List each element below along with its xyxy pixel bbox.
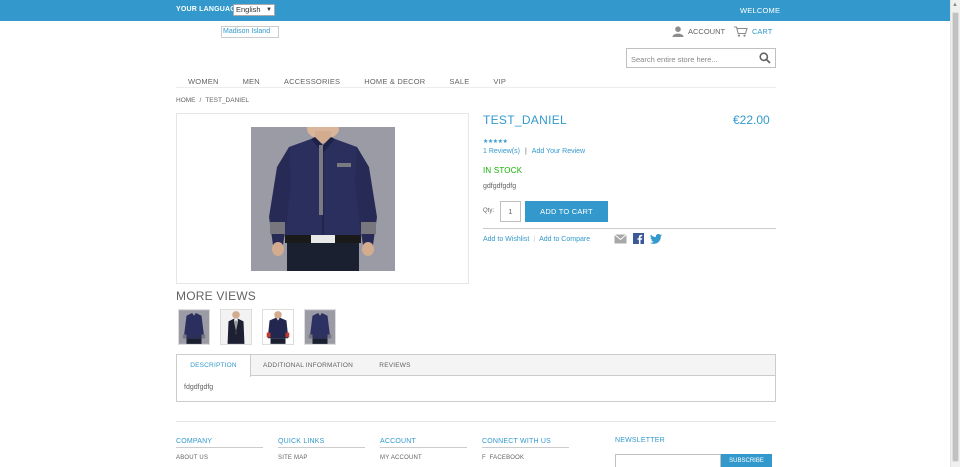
product-info-divider (483, 228, 776, 229)
newsletter-email-input[interactable] (615, 454, 721, 467)
user-icon (672, 26, 684, 37)
breadcrumb-separator: / (199, 97, 202, 104)
thumbnail-3[interactable] (262, 309, 294, 345)
add-to-compare-link[interactable]: Add to Compare (539, 236, 590, 243)
reviews-count-link[interactable]: 1 Review(s) (483, 148, 520, 155)
footer-link-site-map[interactable]: SITE MAP (278, 455, 365, 461)
product-name: TEST_DANIEL (483, 113, 567, 127)
links-separator: | (533, 236, 536, 243)
footer-heading: QUICK LINKS (278, 438, 365, 448)
review-links: 1 Review(s) | Add Your Review (483, 148, 585, 155)
top-bar: YOUR LANGUAGE: English ▼ WELCOME (0, 0, 950, 21)
share-links (614, 233, 662, 244)
tab-description[interactable]: DESCRIPTION (177, 355, 251, 377)
qty-input[interactable]: 1 (500, 201, 521, 222)
footer-column-account: ACCOUNT MY ACCOUNT (380, 438, 467, 461)
tab-additional-information[interactable]: ADDITIONAL INFORMATION (251, 355, 365, 376)
facebook-small-icon: f (482, 455, 490, 461)
twitter-icon[interactable] (650, 233, 662, 244)
product-image-box (176, 113, 469, 284)
tab-content: fdgdfgdfg (184, 384, 214, 391)
scrollbar-thumb[interactable] (952, 12, 959, 462)
product-tabs: DESCRIPTION ADDITIONAL INFORMATION REVIE… (176, 354, 776, 402)
tab-reviews[interactable]: REVIEWS (365, 355, 425, 376)
footer-column-company: COMPANY ABOUT US (176, 438, 263, 461)
product-price: €22.00 (733, 113, 770, 127)
thumbnail-4[interactable] (304, 309, 336, 345)
email-icon[interactable] (614, 233, 627, 244)
facebook-icon[interactable] (633, 233, 644, 244)
scroll-up-icon[interactable]: ▲ (952, 2, 958, 8)
more-views-thumbnails (178, 309, 336, 345)
thumbnail-2[interactable] (220, 309, 252, 345)
breadcrumb-home[interactable]: HOME (176, 97, 196, 104)
footer-link-about-us[interactable]: ABOUT US (176, 455, 263, 461)
footer-link-my-account[interactable]: MY ACCOUNT (380, 455, 467, 461)
search-box (626, 48, 776, 69)
footer-heading: COMPANY (176, 438, 263, 448)
rating-stars: ★★★★★ (483, 139, 508, 145)
subscribe-button[interactable]: SUBSCRIBE (721, 454, 772, 467)
add-to-cart-button[interactable]: ADD TO CART (525, 201, 608, 222)
breadcrumb: HOME / TEST_DANIEL (176, 97, 249, 104)
breadcrumb-current: TEST_DANIEL (205, 97, 250, 104)
footer-link-facebook[interactable]: f FACEBOOK (482, 455, 569, 461)
product-secondary-links: Add to Wishlist | Add to Compare (483, 236, 590, 243)
newsletter-heading: NEWSLETTER (615, 437, 665, 444)
search-input[interactable] (627, 50, 755, 69)
dropdown-arrow-icon: ▼ (266, 7, 272, 13)
cart-link[interactable]: CART (734, 26, 772, 37)
footer-divider (176, 421, 776, 422)
product-main-image[interactable] (251, 127, 395, 271)
footer-heading: CONNECT WITH US (482, 438, 569, 448)
nav-divider (176, 87, 776, 88)
add-review-link[interactable]: Add Your Review (532, 148, 585, 155)
footer-column-connect: CONNECT WITH US f FACEBOOK (482, 438, 569, 461)
availability-status: IN STOCK (483, 166, 523, 175)
cart-label: CART (752, 27, 773, 36)
tab-bar: DESCRIPTION ADDITIONAL INFORMATION REVIE… (177, 355, 775, 377)
footer-column-quick-links: QUICK LINKS SITE MAP (278, 438, 365, 461)
thumbnail-1[interactable] (178, 309, 210, 345)
short-description: gdfgdfgdfg (483, 183, 517, 190)
welcome-message: WELCOME (740, 6, 781, 15)
language-value: English (236, 5, 261, 14)
qty-label: Qty: (483, 208, 495, 214)
cart-icon (734, 26, 748, 37)
add-to-wishlist-link[interactable]: Add to Wishlist (483, 236, 529, 243)
language-select[interactable]: English ▼ (233, 4, 275, 16)
search-icon[interactable] (759, 52, 771, 64)
account-label: ACCOUNT (688, 27, 726, 36)
logo-alt-text: Madison Island (223, 28, 271, 35)
reviews-separator: | (524, 148, 527, 155)
more-views-title: MORE VIEWS (176, 289, 257, 303)
account-link[interactable]: ACCOUNT (672, 26, 725, 37)
page-scrollbar[interactable]: ▲ (950, 0, 960, 467)
site-logo[interactable]: Madison Island (221, 26, 279, 38)
footer-link-facebook-label: FACEBOOK (489, 455, 525, 461)
footer-heading: ACCOUNT (380, 438, 467, 448)
